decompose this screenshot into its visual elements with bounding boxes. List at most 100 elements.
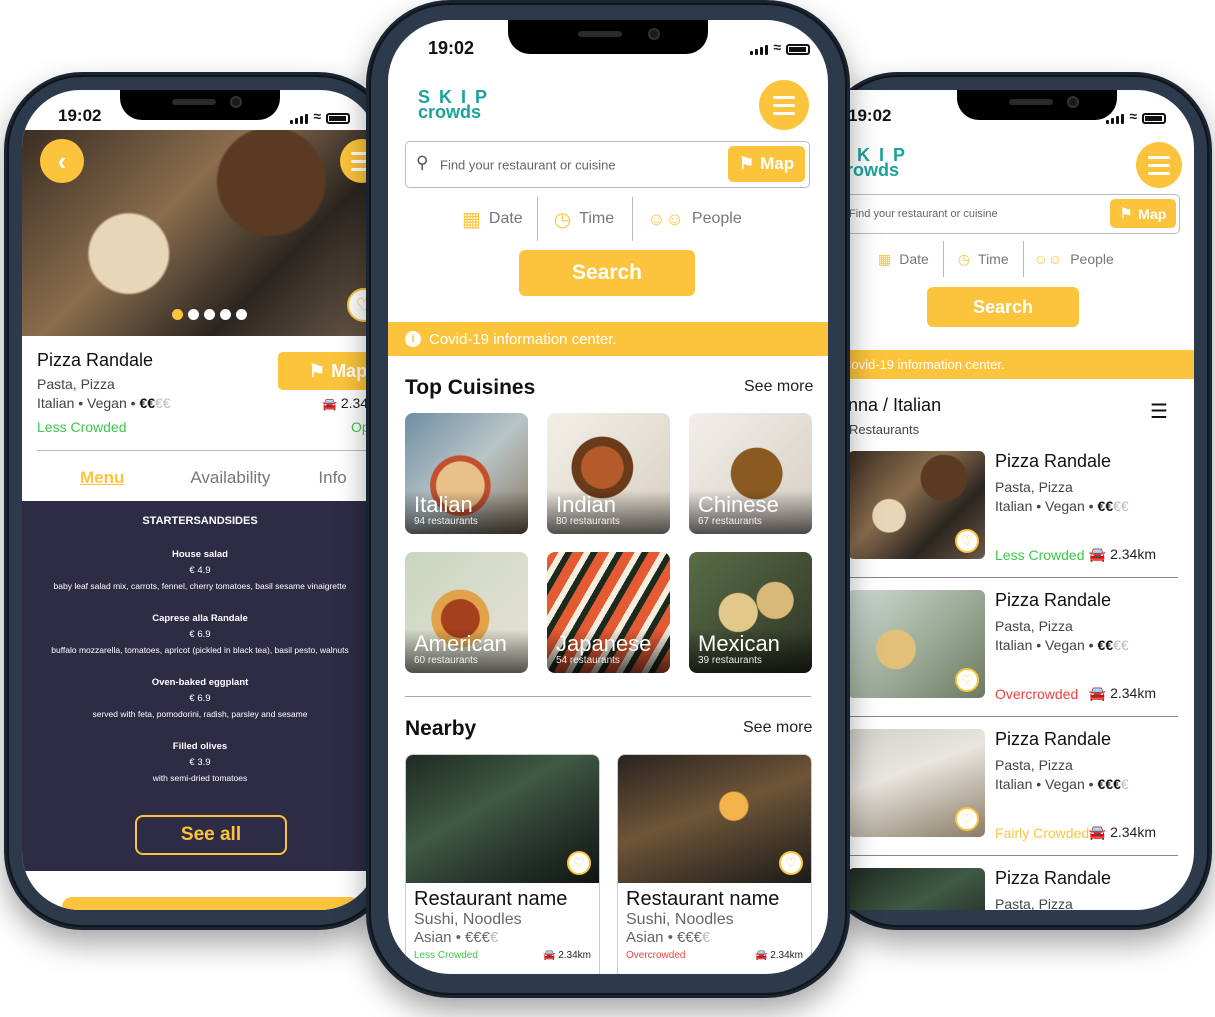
restaurant-list: ♡ Pizza Randale Pasta, Pizza Italian • Vega… [848, 439, 1178, 910]
menu-button[interactable] [1136, 142, 1182, 188]
list-item-cuisine: Pasta, Pizza [995, 757, 1073, 773]
cuisine-name: American [414, 631, 507, 656]
menu-item-price: € 4.9 [189, 565, 211, 576]
map-button[interactable]: ⚑ Map [1110, 199, 1176, 228]
cuisine-name: Italian [414, 492, 473, 517]
price-level: €€€ [676, 929, 702, 946]
carousel-dots [172, 309, 247, 320]
list-item-tags: Italian • Vegan • €€€€ [995, 637, 1129, 653]
phone-left: 19:02 ≈ ‹ ♡ Pizza Randale Pasta, Pizza I… [4, 72, 396, 930]
tab-availability[interactable]: Availability [190, 468, 270, 488]
tab-info[interactable]: Info [318, 468, 346, 488]
menu-item-price: € 6.9 [189, 693, 211, 704]
search-input[interactable]: ⚲ Find your restaurant or cuisine ⚑ Map [405, 141, 810, 188]
menu-section-title: STARTERSANDSIDES [142, 515, 258, 527]
list-item[interactable]: ♡ Pizza Randale Pasta, Pizza Italian • Vega… [848, 717, 1178, 856]
favorite-heart-icon[interactable]: ♡ [955, 668, 979, 692]
see-more-nearby-link[interactable]: See more [743, 719, 812, 737]
nearby-name: Restaurant name [626, 888, 780, 910]
see-all-button[interactable]: See all [135, 815, 287, 855]
covid-banner[interactable]: Covid-19 information center. [838, 350, 1194, 379]
calendar-icon: ▦ [878, 250, 892, 267]
divider [405, 696, 811, 697]
map-button[interactable]: ⚑ Map [728, 146, 805, 182]
favorite-heart-icon[interactable]: ♡ [955, 807, 979, 831]
menu-item: House salad € 4.9 baby leaf salad mix, car… [22, 549, 378, 591]
nearby-card[interactable]: ♡ Restaurant name Sushi, Noodles Asian • €€€… [405, 754, 600, 974]
date-filter[interactable]: ▦ Date [878, 251, 929, 268]
cuisine-card[interactable]: Italian 94 restaurants [405, 413, 528, 534]
menu-item-description: buffalo mozzarella, tomatoes, apricot (p… [51, 645, 349, 655]
carousel-dot[interactable] [188, 309, 199, 320]
cuisine-count: 60 restaurants [414, 655, 478, 666]
date-filter[interactable]: ▦ Date [462, 207, 523, 232]
carousel-dot[interactable] [220, 309, 231, 320]
search-button[interactable]: Search [927, 287, 1079, 327]
list-item-name: Pizza Randale [995, 868, 1112, 888]
see-more-cuisines-link[interactable]: See more [744, 378, 813, 396]
cuisine-card[interactable]: Mexican 39 restaurants [689, 552, 812, 673]
tab-menu[interactable]: Menu [80, 468, 124, 488]
list-item[interactable]: ♡ Pizza Randale Pasta, Pizza [848, 856, 1178, 910]
people-filter[interactable]: ☺☺ People [647, 209, 742, 230]
calendar-icon: ▦ [462, 208, 481, 231]
list-item-name: Pizza Randale [995, 590, 1112, 610]
nearby-footer: Overcrowded 🚘 2.34km [618, 946, 811, 965]
carousel-dot[interactable] [236, 309, 247, 320]
people-icon: ☺☺ [1033, 251, 1063, 267]
cuisine-card[interactable]: Japanese 54 restaurants [547, 552, 670, 673]
list-item-cuisine: Pasta, Pizza [995, 618, 1073, 634]
cuisine-count: 39 restaurants [698, 655, 762, 666]
filter-sliders-icon[interactable]: ☰ [1150, 399, 1168, 424]
map-icon: ⚑ [738, 154, 755, 173]
price-level: €€ [1097, 498, 1114, 514]
distance: 🚘 2.34km [754, 950, 803, 961]
list-item[interactable]: ♡ Pizza Randale Pasta, Pizza Italian • Vega… [848, 439, 1178, 578]
carousel-dot[interactable] [172, 309, 183, 320]
cuisine-card[interactable]: Indian 80 restaurants [547, 413, 670, 534]
list-item-photo: ♡ [848, 451, 985, 559]
detail-screen: 19:02 ≈ ‹ ♡ Pizza Randale Pasta, Pizza I… [22, 90, 378, 910]
search-button[interactable]: Search [519, 250, 695, 296]
favorite-heart-icon[interactable]: ♡ [955, 529, 979, 553]
favorite-heart-icon[interactable]: ♡ [779, 851, 803, 875]
covid-banner[interactable]: i Covid-19 information center. [388, 322, 828, 356]
favorite-heart-icon[interactable]: ♡ [567, 851, 591, 875]
detail-tabs: Menu Availability Info [80, 468, 347, 488]
status-icons: ≈ [750, 39, 810, 55]
car-icon: 🚘 [1088, 824, 1111, 840]
crowd-status: Less Crowded [995, 547, 1085, 563]
carousel-dot[interactable] [204, 309, 215, 320]
nearby-photo: ♡ [618, 755, 811, 883]
crowd-status: Fairly Crowded [995, 825, 1090, 841]
status-time: 19:02 [428, 38, 475, 58]
home-screen: 19:02 ≈ SKIP crowds ⚲ Find your restauran… [388, 20, 828, 974]
status-bar: 19:02 ≈ [838, 90, 1194, 134]
map-icon: ⚑ [308, 360, 326, 381]
nearby-card[interactable]: ♡ Restaurant name Sushi, Noodles Asian • €€€… [617, 754, 812, 974]
menu-item-name: Caprese alla Randale [152, 613, 248, 624]
crowd-status: Overcrowded [626, 950, 686, 961]
restaurant-name: Pizza Randale [37, 350, 154, 370]
cuisine-count: 54 restaurants [556, 655, 620, 666]
menu-item-name: House salad [172, 549, 228, 560]
clock-icon: ◷ [553, 208, 572, 231]
menu-item-description: served with feta, pomodorini, radish, pa… [92, 709, 308, 719]
cuisine-card[interactable]: Chinese 67 restaurants [689, 413, 812, 534]
cuisine-card[interactable]: American 60 restaurants [405, 552, 528, 673]
map-button[interactable]: ⚑ Map [278, 352, 378, 390]
search-input[interactable]: Find your restaurant or cuisine ⚑ Map [838, 194, 1180, 234]
distance: 🚘 2.34 [322, 395, 369, 411]
car-icon: 🚘 [1088, 685, 1111, 701]
time-filter[interactable]: ◷ Time [554, 207, 614, 232]
list-item[interactable]: ♡ Pizza Randale Pasta, Pizza Italian • Vega… [848, 578, 1178, 717]
back-button[interactable]: ‹ [40, 139, 84, 183]
list-item-name: Pizza Randale [995, 729, 1112, 749]
car-icon: 🚘 [754, 950, 771, 961]
nearby-tags: Asian • €€€€ [414, 929, 499, 946]
bottom-bar[interactable] [62, 897, 360, 910]
nearby-title: Nearby [405, 717, 477, 740]
menu-button[interactable] [759, 80, 809, 130]
time-filter[interactable]: ◷ Time [958, 251, 1009, 268]
people-filter[interactable]: ☺☺ People [1034, 251, 1114, 267]
